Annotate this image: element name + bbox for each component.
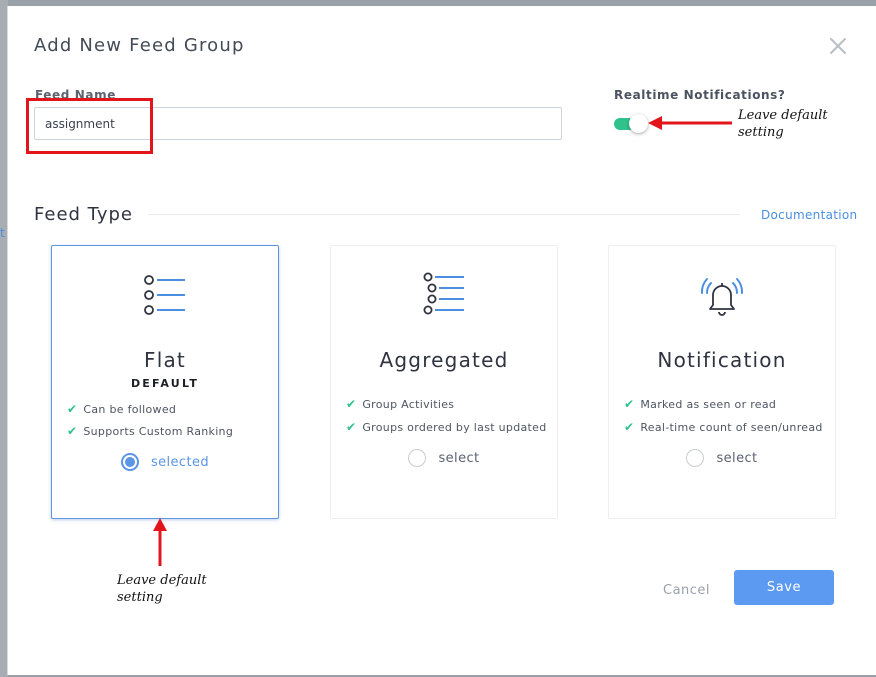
check-icon: ✔ xyxy=(67,402,78,416)
card-radio-row[interactable]: selected xyxy=(52,453,278,471)
radio-label: selected xyxy=(150,454,210,470)
documentation-link[interactable]: Documentation xyxy=(761,208,857,222)
backdrop-fragment: t xyxy=(0,226,5,240)
feed-type-divider xyxy=(148,214,740,215)
card-title: Notification xyxy=(657,348,787,372)
card-radio-row[interactable]: select xyxy=(331,449,557,467)
check-icon: ✔ xyxy=(346,420,357,434)
card-feature: ✔ Group Activities xyxy=(346,397,455,411)
realtime-notifications-label: Realtime Notifications? xyxy=(614,88,786,102)
card-radio-row[interactable]: select xyxy=(609,449,835,467)
card-feature: ✔ Groups ordered by last updated xyxy=(346,420,547,434)
radio-button[interactable] xyxy=(408,449,427,467)
cancel-button[interactable]: Cancel xyxy=(663,583,710,598)
save-button[interactable]: Save xyxy=(734,570,834,605)
bell-ringing-icon xyxy=(698,271,746,319)
check-icon: ✔ xyxy=(346,397,357,411)
aggregated-list-icon xyxy=(420,271,468,319)
feed-type-title: Feed Type xyxy=(34,204,134,225)
annotation-arrow-left xyxy=(648,116,732,130)
feed-type-card-flat[interactable]: Flat DEFAULT ✔ Can be followed ✔ Supports … xyxy=(51,245,279,519)
annotation-note-card: Leave default setting xyxy=(117,573,207,605)
check-icon: ✔ xyxy=(67,424,78,438)
feed-type-card-aggregated[interactable]: Aggregated ✔ Group Activities ✔ Groups ord… xyxy=(330,245,558,519)
card-feature: ✔ Real-time count of seen/unread xyxy=(624,420,823,434)
check-icon: ✔ xyxy=(624,420,635,434)
radio-button-selected[interactable] xyxy=(120,453,139,471)
feed-type-card-notification[interactable]: Notification ✔ Marked as seen or read ✔ Re… xyxy=(608,245,836,519)
highlight-box xyxy=(26,98,153,154)
add-feed-group-modal: Add New Feed Group Feed Name Realtime No… xyxy=(7,6,876,675)
card-feature: ✔ Marked as seen or read xyxy=(624,397,777,411)
card-title: Flat xyxy=(144,348,186,372)
radio-label: select xyxy=(438,450,480,466)
card-feature: ✔ Supports Custom Ranking xyxy=(67,424,234,438)
close-icon[interactable] xyxy=(826,34,850,58)
annotation-arrow-up xyxy=(153,518,167,566)
card-title: Aggregated xyxy=(379,348,509,372)
dialog-title: Add New Feed Group xyxy=(34,35,245,56)
toggle-knob xyxy=(629,114,648,133)
card-feature: ✔ Can be followed xyxy=(67,402,177,416)
annotation-note-toggle: Leave default setting xyxy=(738,108,828,140)
radio-label: select xyxy=(716,450,758,466)
default-badge: DEFAULT xyxy=(130,377,200,390)
realtime-notifications-toggle[interactable] xyxy=(614,114,648,133)
radio-button[interactable] xyxy=(686,449,705,467)
check-icon: ✔ xyxy=(624,397,635,411)
flat-list-icon xyxy=(141,271,189,319)
